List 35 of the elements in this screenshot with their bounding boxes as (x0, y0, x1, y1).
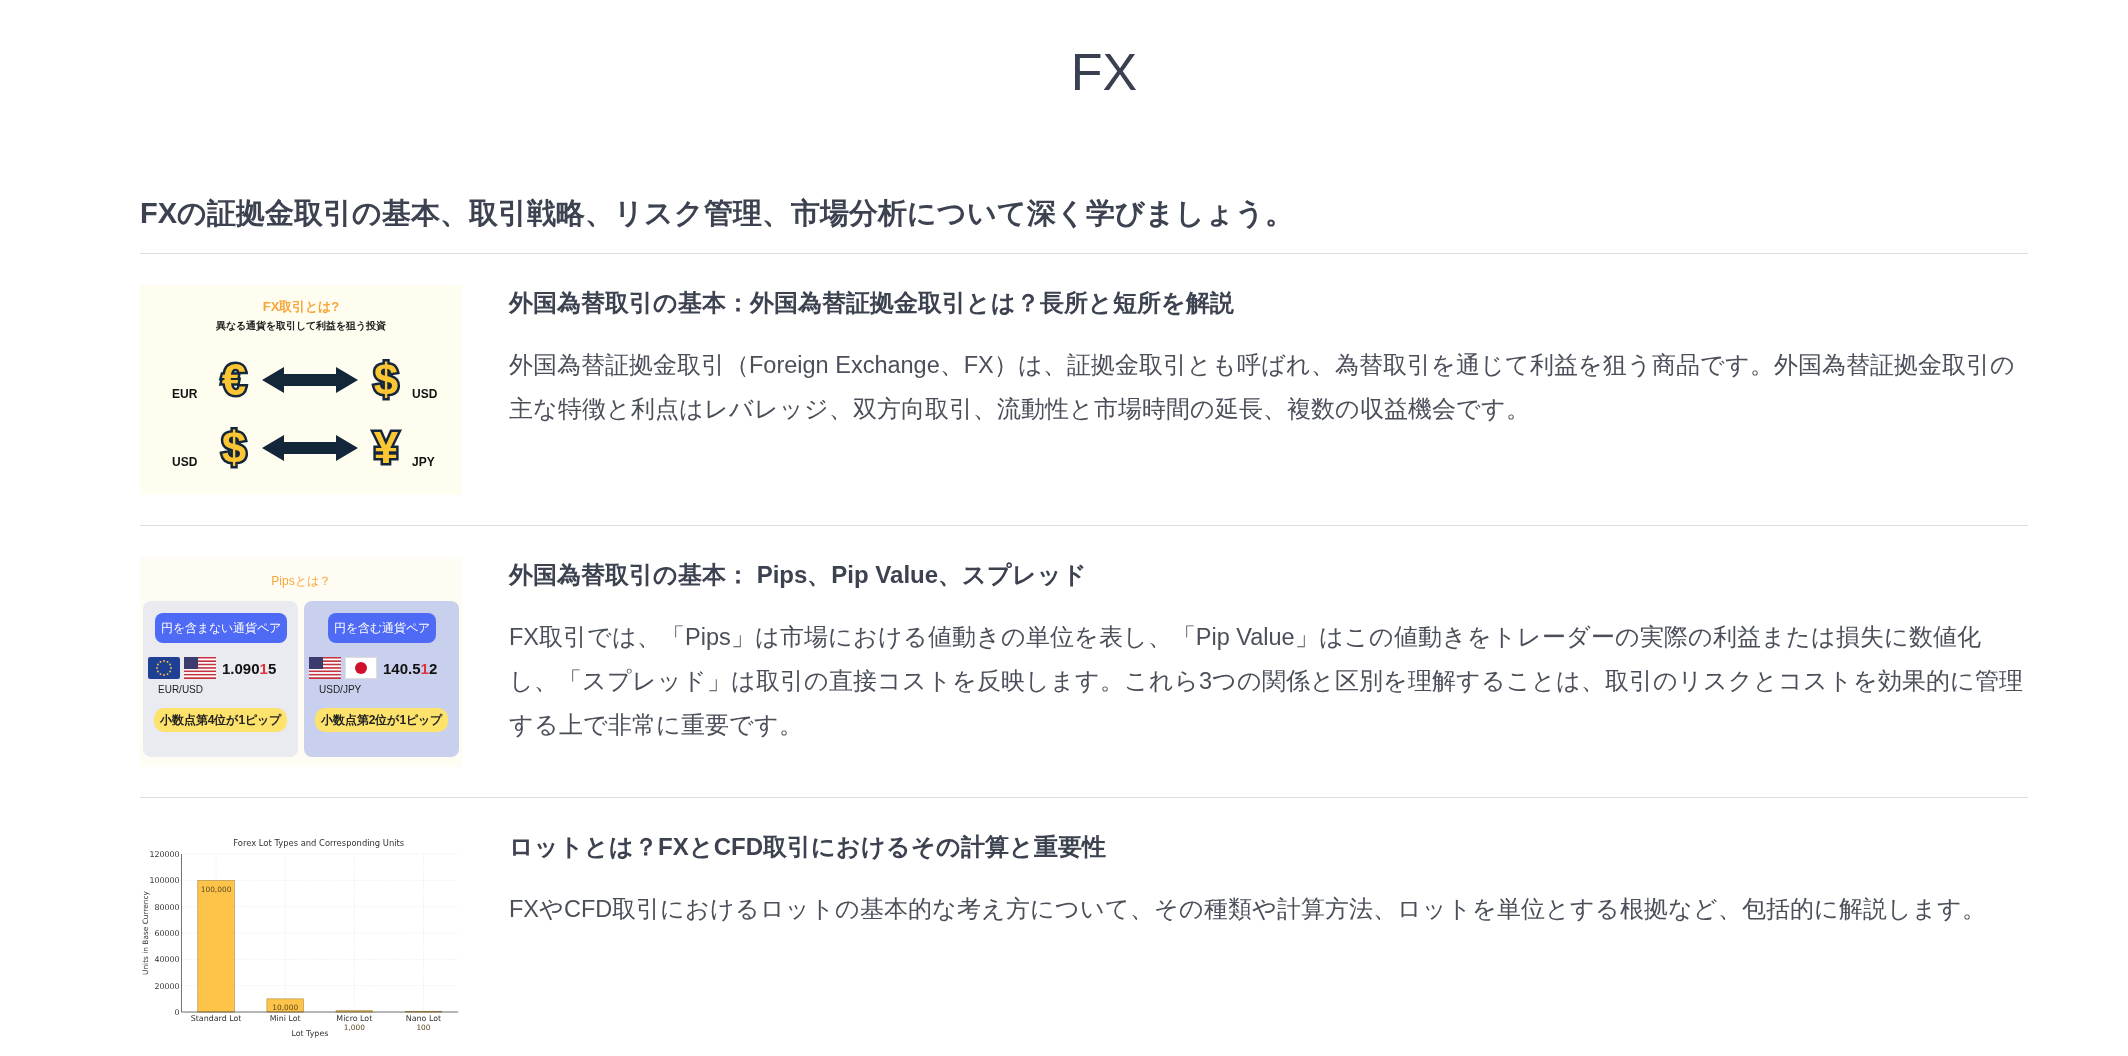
axis-tick-label: 120000 (149, 849, 180, 859)
thumbnail-title: FX取引とは? (262, 299, 340, 315)
currency-symbol: $ (220, 423, 248, 473)
article-summary: FX取引では、「Pips」は市場における値動きの単位を表し、「Pip Value」はこの値動きをトレーダーの実際の利益または損失に数値化し、「スプレッド」は取引の直接コストを反映します。これら3つの関係と区別を理解することは、取引のリスクとコストを効果的に管理する上で非常に重要です。 (509, 623, 2025, 740)
axis-tick-label: 100000 (149, 876, 180, 886)
currency-symbol: € (220, 355, 248, 405)
currency-symbol: $ (372, 355, 400, 405)
article-summary: FXやCFD取引におけるロットの基本的な考え方について、その種類や計算方法、ロットを単位とする根拠など、包括的に解説します。 (509, 895, 1988, 924)
currency-code: USD (412, 387, 439, 403)
axis-tick-label: Standard Lot (190, 1013, 242, 1023)
page-title: FX (1069, 42, 1139, 103)
note-pill: 小数点第2位が1ピップ (314, 708, 449, 732)
axis-tick-label: Micro Lot (336, 1013, 373, 1023)
currency-code: EUR (172, 387, 199, 403)
article-summary: 外国為替証拠金取引（Foreign Exchange、FX）は、証拠金取引とも呼ばれ、為替取引を通じて利益を狙う商品です。外国為替証拠金取引の主な特徴と利点はレバレッジ、双方向取引、流動性と市場時間の延長、複数の収益機会です。 (509, 351, 2016, 424)
currency-code: USD (172, 455, 199, 471)
price-text: 1.09015 (222, 659, 277, 677)
axis-tick-label: Mini Lot (269, 1013, 301, 1023)
axis-tick-label: 0 (174, 1008, 180, 1017)
axis-title: Lot Types (291, 1028, 329, 1038)
note-pill: 小数点第4位が1ピップ (153, 708, 288, 732)
chart-title: Forex Lot Types and Corresponding Units (233, 838, 405, 849)
currency-symbol: ¥ (372, 423, 400, 473)
axis-tick-label: 60000 (154, 929, 180, 938)
pair-label: USD/JPY (319, 684, 362, 696)
currency-code: JPY (412, 455, 436, 471)
thumbnail-subtitle: 異なる通貨を取引して利益を狙う投資 (216, 319, 386, 333)
axis-tick-label: 80000 (154, 902, 180, 912)
section-heading: FXの証拠金取引の基本、取引戦略、リスク管理、市場分析について深く学びましょう。 (140, 193, 2028, 254)
thumbnail-title: Pipsとは？ (271, 573, 331, 589)
axis-tick-label: Nano Lot (405, 1013, 442, 1023)
axis-tick-label: 40000 (154, 955, 180, 965)
pair-label: EUR/USD (158, 684, 203, 696)
axis-tick-label: 20000 (154, 981, 180, 991)
price-text: 140.512 (383, 659, 438, 677)
